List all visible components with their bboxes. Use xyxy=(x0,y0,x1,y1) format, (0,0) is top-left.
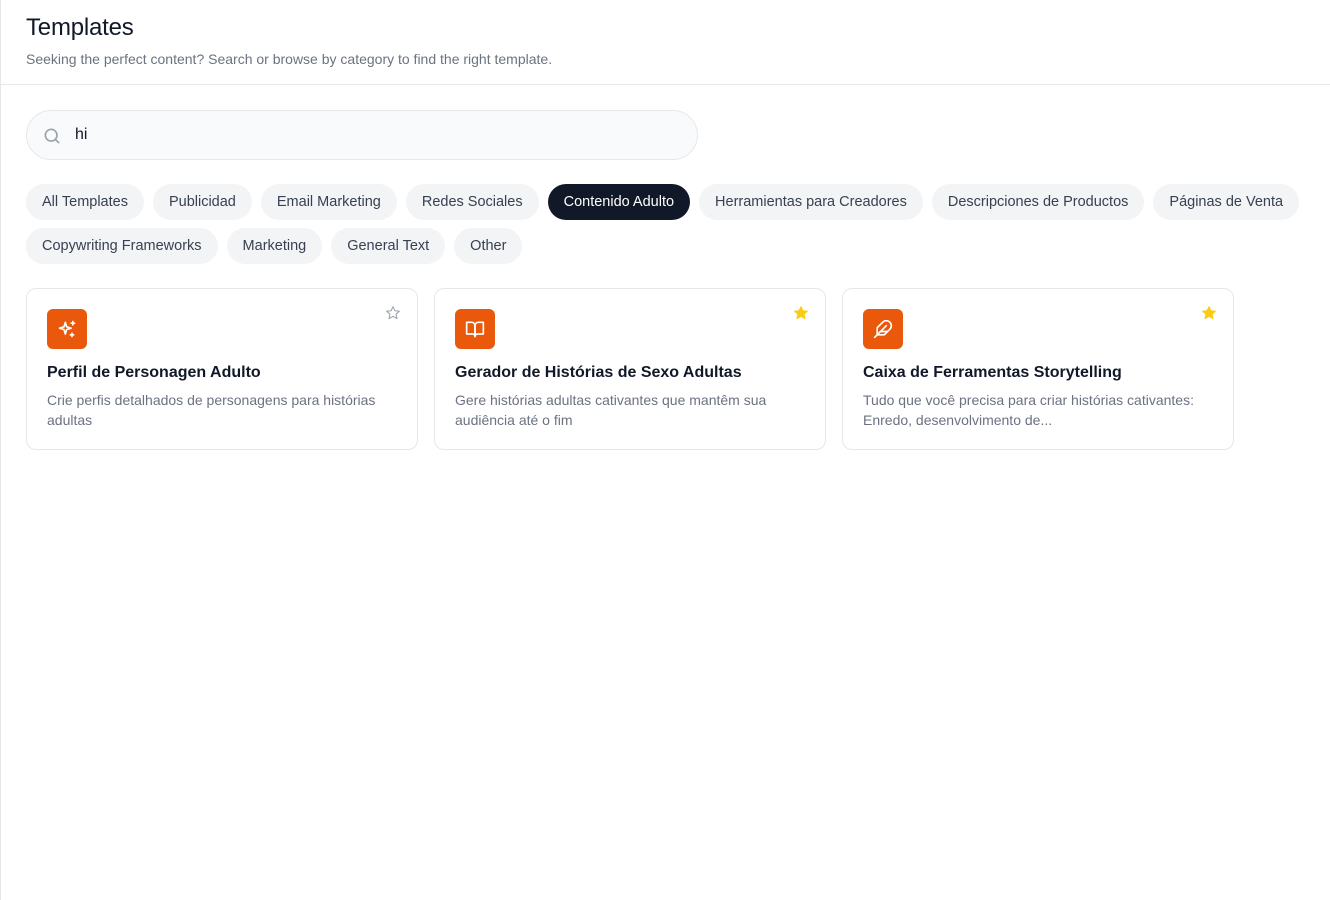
category-chip-paginas-de-venta[interactable]: Páginas de Venta xyxy=(1153,184,1300,220)
template-description: Tudo que você precisa para criar históri… xyxy=(863,392,1194,428)
category-filter: All Templates Publicidad Email Marketing… xyxy=(26,184,1330,264)
page-subtitle: Seeking the perfect content? Search or b… xyxy=(26,51,553,67)
favorite-star-icon[interactable] xyxy=(793,305,809,321)
template-card[interactable]: Caixa de Ferramentas Storytelling Tudo q… xyxy=(842,288,1234,450)
category-chip-copywriting-frameworks[interactable]: Copywriting Frameworks xyxy=(26,228,218,264)
feather-icon xyxy=(873,319,893,339)
template-icon-badge xyxy=(863,309,903,349)
category-chip-email-marketing[interactable]: Email Marketing xyxy=(260,184,397,220)
category-chip-contenido-adulto[interactable]: Contenido Adulto xyxy=(547,184,691,220)
search-input[interactable] xyxy=(75,111,675,159)
category-chip-publicidad[interactable]: Publicidad xyxy=(152,184,252,220)
category-chip-marketing[interactable]: Marketing xyxy=(226,228,323,264)
page-title: Templates xyxy=(26,14,134,41)
page-header: Templates Seeking the perfect content? S… xyxy=(1,0,1330,85)
templates-page: Templates Seeking the perfect content? S… xyxy=(0,0,1330,900)
favorite-star-icon[interactable] xyxy=(1201,305,1217,321)
template-title: Perfil de Personagen Adulto xyxy=(47,364,261,381)
search-icon xyxy=(44,128,60,144)
category-chip-general-text[interactable]: General Text xyxy=(331,228,446,264)
category-chip-other[interactable]: Other xyxy=(454,228,523,264)
search-box[interactable] xyxy=(26,110,698,160)
template-description: Crie perfis detalhados de personagens pa… xyxy=(47,392,376,428)
template-card[interactable]: Gerador de Histórias de Sexo Adultas Ger… xyxy=(434,288,826,450)
book-open-icon xyxy=(465,321,485,338)
template-icon-badge xyxy=(455,309,495,349)
template-title: Gerador de Histórias de Sexo Adultas xyxy=(455,364,742,381)
category-chip-redes-sociales[interactable]: Redes Sociales xyxy=(405,184,539,220)
category-chip-all-templates[interactable]: All Templates xyxy=(26,184,144,220)
template-title: Caixa de Ferramentas Storytelling xyxy=(863,364,1122,381)
template-card[interactable]: Perfil de Personagen Adulto Crie perfis … xyxy=(26,288,418,450)
template-icon-badge xyxy=(47,309,87,349)
favorite-star-icon[interactable] xyxy=(385,305,401,321)
template-card-grid: Perfil de Personagen Adulto Crie perfis … xyxy=(26,288,1234,450)
category-chip-descripciones-de-productos[interactable]: Descripciones de Productos xyxy=(931,184,1145,220)
sparkles-icon xyxy=(58,320,76,338)
template-description: Gere histórias adultas cativantes que ma… xyxy=(455,392,767,428)
category-chip-herramientas-para-creadores[interactable]: Herramientas para Creadores xyxy=(699,184,923,220)
